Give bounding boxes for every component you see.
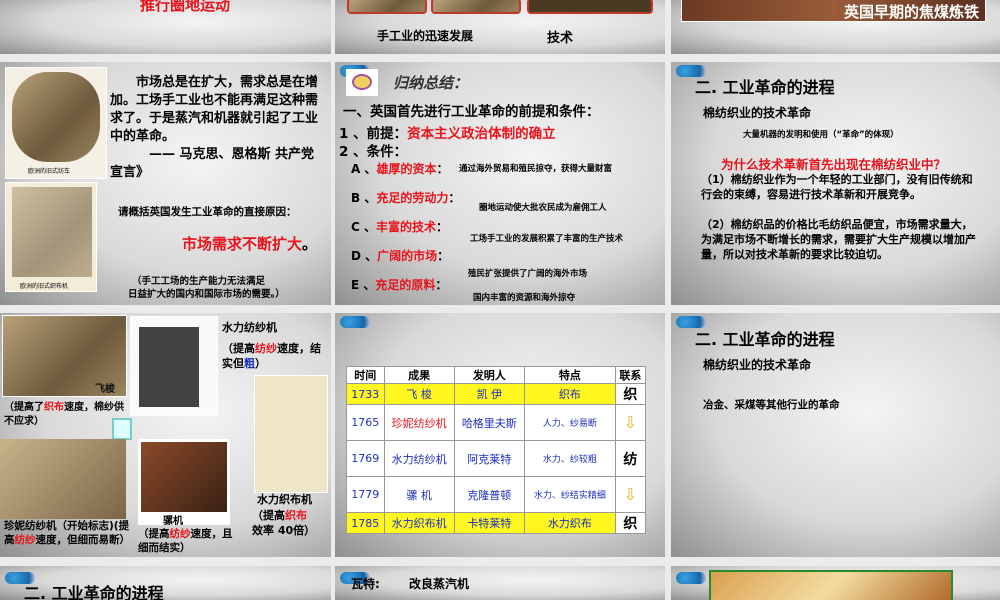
slide-thumbnail-12[interactable] — [671, 566, 1000, 600]
jenny-desc: 珍妮纺纱机（开始标志)(提高纺纱速度，但细而易断） — [4, 520, 130, 546]
table-row: 1785 水力织布机 卡特莱特 水力织布织 — [346, 512, 647, 534]
slide-thumbnail-11[interactable]: 瓦特: 改良蒸汽机 — [335, 566, 665, 600]
logo-icon — [340, 316, 370, 328]
slide-title: 二. 工业革命的进程 — [24, 584, 164, 600]
painting-image — [709, 570, 953, 600]
condition-item: B 、充足的劳动力： 圈地运动使大批农民成为雇佣工人 — [351, 191, 607, 213]
slide-title: 二. 工业革命的进程 — [695, 78, 835, 97]
slide-thumbnail-3[interactable]: 英国早期的焦煤炼铁 — [671, 0, 1000, 54]
loom-desc: （提高织布效率 40倍） — [252, 509, 316, 537]
water-frame-desc: （提高纺纱速度，结实但粗） — [222, 342, 321, 370]
caption: 手工业的迅速发展 — [377, 29, 474, 43]
slide-title: 一、英国首先进行工业革命的前提和条件： — [343, 104, 600, 120]
image-caption: 飞梭 — [95, 384, 115, 395]
loom-label: 水力织布机 — [257, 493, 312, 506]
question: 请概括英国发生工业革命的直接原因： — [118, 206, 297, 218]
note: 日益扩大的国内和国际市场的需要。） — [128, 289, 285, 300]
image: 英国早期的焦煤炼铁 — [681, 0, 986, 22]
slide-thumbnail-7[interactable]: 飞梭 （提高了织布速度，棉纱供不应求） 水力纺纱机 （提高纺纱速度，结实但粗） … — [0, 313, 331, 557]
quote-source: —— 马克思、恩格斯 共产党宣言》 — [110, 147, 315, 180]
spinning-wheel-image: 欧洲的旧式纺车 — [5, 67, 107, 179]
arrow-up-icon — [112, 418, 132, 440]
slide-thumbnail-6[interactable]: 二. 工业革命的进程 棉纺织业的技术革命 大量机器的发明和使用（“革命”的体现）… — [671, 62, 1000, 305]
premise: 资本主义政治体制的确立 — [407, 126, 556, 142]
slide-title: 二. 工业革命的进程 — [695, 330, 835, 349]
label: 2 、条件： — [339, 144, 408, 160]
image — [527, 0, 653, 14]
slide-thumbnail-10[interactable]: 二. 工业革命的进程 — [0, 566, 331, 600]
condition-desc: 国内丰富的资源和海外掠夺 — [473, 293, 576, 303]
banner: 英国早期的焦煤炼铁 — [843, 3, 979, 21]
cow-icon — [346, 69, 378, 96]
logo-icon — [676, 572, 706, 584]
table-row: 1779 骡 机克隆普顿 水力、纱结实精细 ⇩ — [346, 476, 647, 513]
image — [347, 0, 427, 14]
slide-thumbnail-9[interactable]: 二. 工业革命的进程 棉纺织业的技术革命 冶金、采煤等其他行业的革命 — [671, 313, 1000, 557]
condition-item: A 、雄厚的资本： 通过海外贸易和殖民掠夺，获得大量财富 — [351, 162, 613, 176]
condition-item: C 、丰富的技术： 工场手工业的发展积累了丰富的生产技术 — [351, 220, 624, 244]
column-header: 联系 — [614, 366, 647, 384]
answer: 市场需求不断扩大 — [182, 235, 303, 253]
slide-thumbnail-2[interactable]: 手工业的迅速发展 技术 — [335, 0, 665, 54]
quote: 市场总是在扩大，需求总是在增加。工场手工业也不能再满足这种需求了。于是蒸汽和机器… — [110, 75, 319, 144]
condition-item: D 、广阔的市场： 殖民扩张提供了广阔的海外市场 — [351, 249, 588, 279]
text-line: 冶金、采煤等其他行业的革命 — [703, 399, 840, 411]
water-frame-image — [130, 316, 218, 416]
inventions-table: 时间 成果 发明人 特点 联系 1733 飞 梭凯 伊织布织 1765 珍妮纺纱机 哈格里夫斯… — [346, 366, 647, 534]
caption: 技术 — [547, 31, 574, 46]
column-header: 发明人 — [453, 366, 525, 384]
power-loom-image — [254, 375, 328, 493]
column-header: 成果 — [383, 366, 455, 384]
slide-thumbnail-5[interactable]: 归纳总结： 一、英国首先进行工业革命的前提和条件： 1 、前提：资本主义政治体制… — [335, 62, 665, 305]
column-header: 特点 — [523, 366, 616, 384]
note: （手工工场的生产能力无法满足 — [132, 276, 266, 287]
spinning-jenny-image — [0, 439, 126, 519]
paragraph: （1）棉纺织业作为一个年轻的工业部门，没有旧传统和行会的束缚，容易进行技术革新和… — [701, 173, 973, 201]
question: 为什么技术革新首先出现在棉纺织业中？ — [721, 157, 947, 172]
image — [431, 0, 521, 14]
arrow-down-icon: ⇩ — [623, 485, 638, 504]
loom-image: 欧洲的旧式织布机 — [5, 182, 97, 292]
image-caption: 欧洲的旧式纺车 — [28, 168, 71, 175]
arrow-down-icon: ⇩ — [623, 413, 638, 432]
shuttle-desc: （提高了织布速度，棉纱供不应求） — [4, 402, 124, 427]
subtitle: 棉纺织业的技术革命 — [703, 358, 812, 372]
heading: 归纳总结： — [393, 74, 469, 92]
note: 大量机器的发明和使用（“革命”的体现） — [743, 130, 899, 140]
water-frame-label: 水力纺纱机 — [222, 321, 277, 334]
column-header: 时间 — [346, 366, 385, 384]
table-row: 1769 水力纺纱机 阿克莱特 水力、纱较粗纺 — [346, 440, 647, 477]
slide-thumbnail-4[interactable]: 欧洲的旧式纺车 欧洲的旧式织布机 市场总是在扩大，需求总是在增加。工场手工业也不… — [0, 62, 331, 305]
slide-text: 瓦特: 改良蒸汽机 — [351, 577, 470, 591]
subtitle: 棉纺织业的技术革命 — [703, 106, 812, 120]
paragraph: （2）棉纺织品的价格比毛纺织品便宜，市场需求量大，为满足市场不断增长的需求，需要… — [701, 218, 976, 261]
mule-desc: （提高纺纱速度，且细而结实） — [138, 528, 233, 554]
slide-text: 推行圈地运动 — [140, 0, 231, 14]
condition-item: E 、充足的原料： 国内丰富的资源和海外掠夺 — [351, 278, 576, 303]
mule-image: 骡机 — [138, 439, 230, 527]
table-row: 1765 珍妮纺纱机 哈格里夫斯 人力、纱易断 ⇩ — [346, 404, 647, 441]
flying-shuttle-image: 飞梭 — [2, 315, 127, 397]
image-caption: 骡机 — [163, 516, 183, 527]
slide-thumbnail-1[interactable]: 推行圈地运动 — [0, 0, 331, 54]
image-caption: 欧洲的旧式织布机 — [20, 283, 69, 290]
answer-end: 。 — [302, 235, 318, 253]
table-row: 1733 飞 梭凯 伊织布织 — [346, 383, 647, 405]
